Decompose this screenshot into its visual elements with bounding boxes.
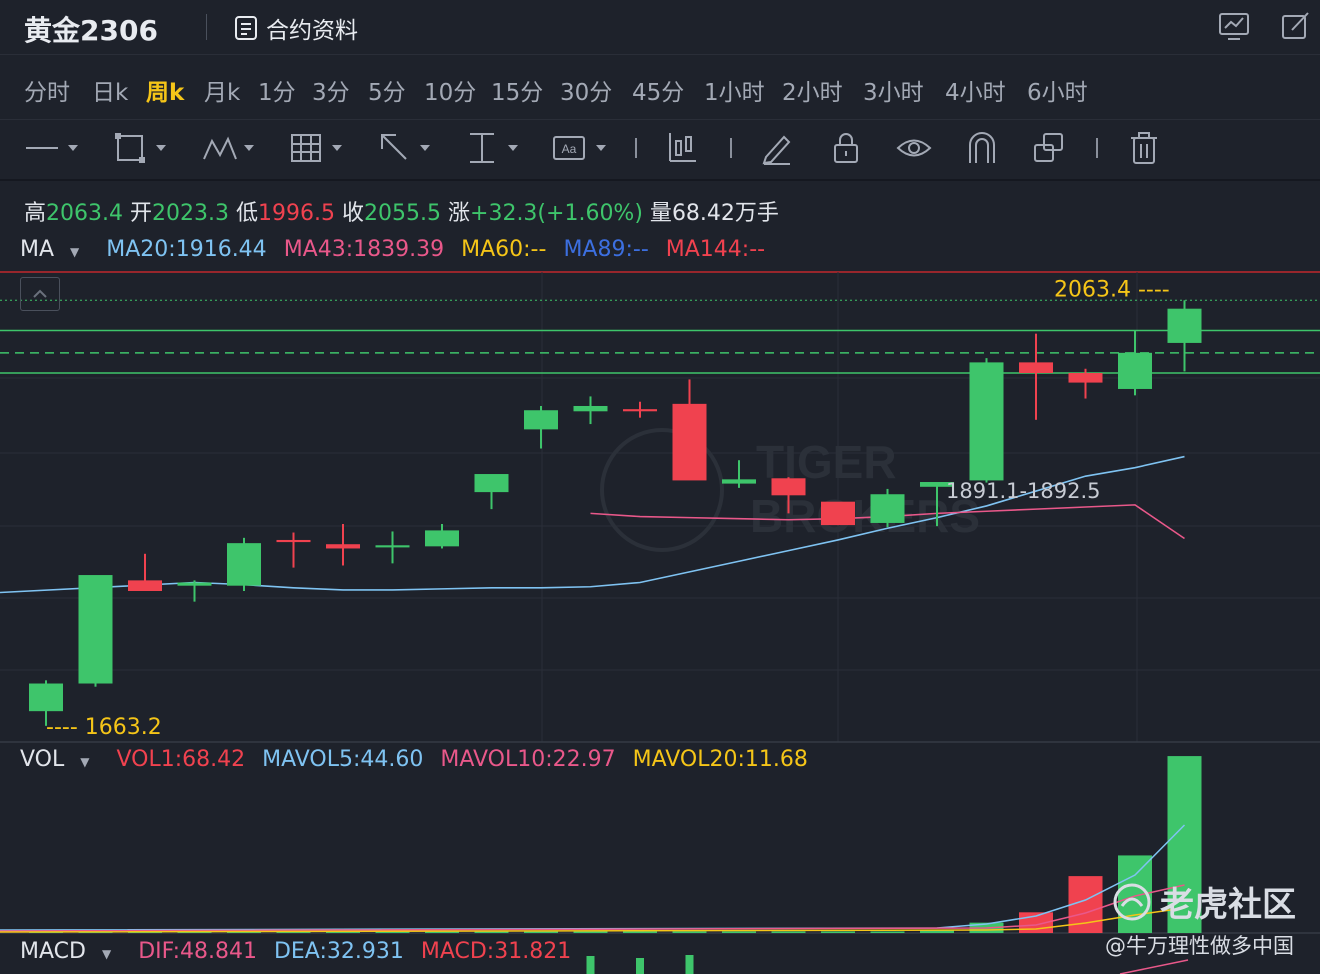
candle-body [623, 409, 657, 412]
vol-indicator-selector[interactable]: VOL [20, 747, 64, 772]
change-value: +32.3(+1.60%) [470, 201, 643, 226]
volume-bar [821, 931, 855, 933]
high-label: 高 [24, 201, 47, 226]
candle-body [573, 405, 608, 412]
caret-down-icon[interactable]: ▼ [102, 947, 111, 961]
ma-legend: MA ▼ MA20:1916.44 MA43:1839.39 MA60:-- MA… [20, 237, 775, 262]
author-credit: @牛万理性做多中国 [1105, 934, 1294, 958]
caret-down-icon[interactable]: ▼ [80, 755, 89, 769]
candle-body [474, 474, 509, 493]
dif-value: DIF:48.841 [138, 939, 257, 964]
gap-label: 1891.1-1892.5 [946, 479, 1101, 503]
close-label: 收 [342, 201, 365, 226]
candle-body [1068, 373, 1103, 383]
candle-body [1118, 352, 1152, 389]
collapse-button[interactable] [20, 277, 60, 311]
candle-body [227, 543, 261, 586]
mavol5-value: MAVOL5:44.60 [262, 747, 424, 772]
caret-down-icon[interactable]: ▼ [70, 245, 79, 259]
brand-watermark: 老虎社区 [1112, 877, 1296, 926]
close-value: 2055.5 [364, 201, 441, 226]
candle-body [524, 410, 558, 430]
macd-legend: MACD ▼ DIF:48.841 DEA:32.931 MACD:31.821 [20, 939, 581, 964]
macd-value: MACD:31.821 [420, 939, 572, 964]
change-label: 涨 [448, 201, 471, 226]
volume-bar [623, 931, 657, 933]
volume-bar [771, 931, 806, 933]
low-label: 低 [236, 201, 259, 226]
candle-body [821, 501, 855, 526]
macd-bar [685, 955, 694, 974]
vol-legend: VOL ▼ VOL1:68.42 MAVOL5:44.60 MAVOL10:22.… [20, 747, 818, 772]
dea-value: DEA:32.931 [273, 939, 404, 964]
brand-name: 老虎社区 [1160, 885, 1296, 925]
candle-body [870, 494, 905, 523]
mavol20-value: MAVOL20:11.68 [632, 747, 808, 772]
volume-bar [672, 931, 707, 933]
candle-body [425, 530, 459, 547]
mavol10-line [0, 884, 1185, 932]
candle-body [276, 539, 311, 543]
volume-value: 68.42万手 [671, 201, 779, 226]
low-marker-label: ---- 1663.2 [46, 715, 162, 740]
volume-bar [524, 931, 558, 933]
candle-body [375, 545, 410, 548]
ohlc-info: 高2063.4 开2023.3 低1996.5 收2055.5 涨+32.3(+… [24, 195, 779, 227]
vol1-value: VOL1:68.42 [116, 747, 246, 772]
ma-indicator-selector[interactable]: MA [20, 237, 54, 262]
high-marker-label: 2063.4 ---- [1054, 277, 1170, 302]
ma43-value: MA43:1839.39 [283, 237, 445, 262]
ma89-value: MA89:-- [563, 237, 649, 262]
candle-body [1167, 308, 1202, 343]
candle-body [1019, 362, 1053, 374]
candle-body [969, 362, 1004, 481]
ma20-value: MA20:1916.44 [106, 237, 267, 262]
low-value: 1996.5 [258, 201, 335, 226]
ma20-line [0, 455, 1185, 594]
volume-bar [573, 931, 608, 933]
macd-bar [586, 956, 595, 974]
candle-body [177, 582, 212, 586]
kline-chart[interactable]: TIGERBROKERS2063.4 -------- 1663.21891.1… [0, 0, 1320, 974]
ma60-value: MA60:-- [461, 237, 547, 262]
candle-body [29, 683, 63, 712]
candle-body [771, 478, 806, 496]
candle-body [722, 479, 756, 484]
candle-body [672, 403, 707, 481]
candle-body [78, 575, 113, 684]
mavol5-line [0, 824, 1186, 931]
candle-body [128, 580, 162, 592]
high-value: 2063.4 [46, 201, 123, 226]
mavol10-value: MAVOL10:22.97 [440, 747, 616, 772]
open-value: 2023.3 [152, 201, 229, 226]
volume-bar [722, 931, 756, 933]
dif-line [1119, 959, 1189, 974]
macd-bar [636, 958, 644, 974]
open-label: 开 [130, 201, 153, 226]
macd-indicator-selector[interactable]: MACD [20, 939, 86, 964]
volume-bar [870, 931, 905, 933]
chevron-up-icon [33, 289, 47, 298]
volume-label: 量 [649, 201, 672, 226]
tiger-logo-icon [1113, 883, 1151, 920]
candle-body [326, 544, 360, 549]
ma144-value: MA144:-- [665, 237, 766, 262]
